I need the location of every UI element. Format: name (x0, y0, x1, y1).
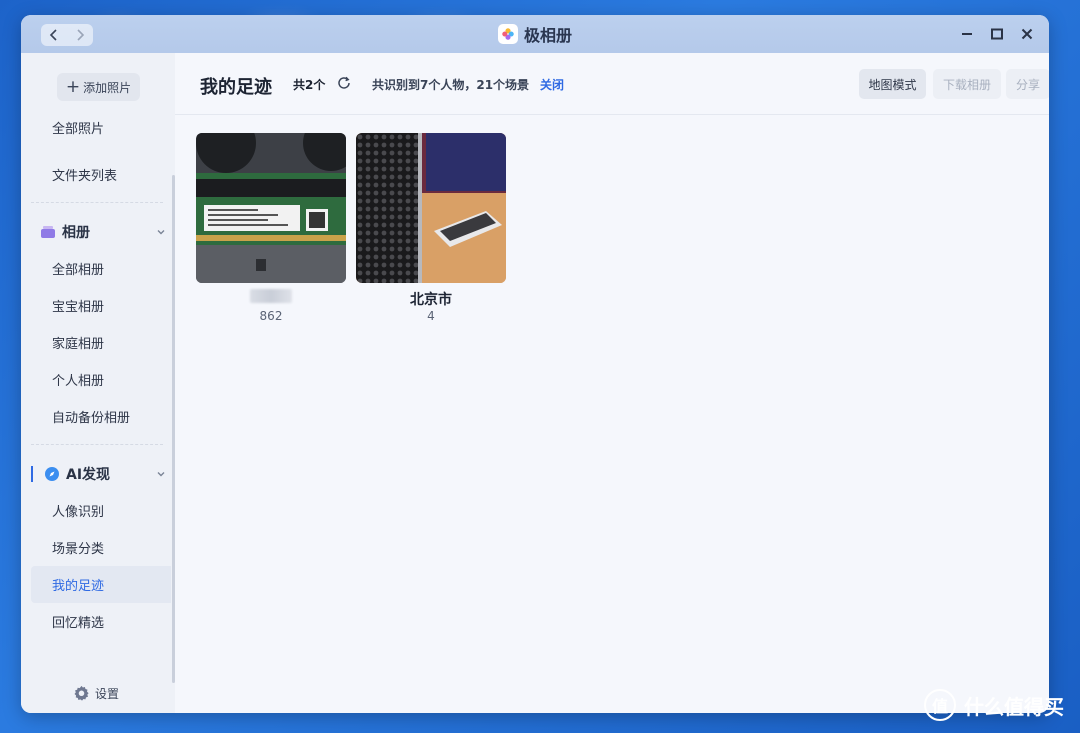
sidebar-item-scene-classification[interactable]: 场景分类 (31, 529, 171, 566)
sidebar-item-face-recognition[interactable]: 人像识别 (31, 492, 171, 529)
close-window-button[interactable] (1017, 24, 1037, 44)
sidebar-item-label: 自动备份相册 (52, 411, 131, 426)
sidebar-item-folder-list[interactable]: 文件夹列表 (31, 156, 171, 193)
minimize-icon (962, 33, 972, 35)
chevron-down-icon (157, 472, 165, 477)
title-wrap: 极相册 (21, 15, 1049, 53)
sidebar-item-label: 场景分类 (52, 542, 105, 557)
ram-module-photo[interactable] (196, 133, 346, 283)
settings-label: 设置 (95, 687, 120, 701)
sidebar-item-all-albums[interactable]: 全部相册 (31, 250, 171, 287)
sidebar: + 添加照片 全部照片 文件夹列表 相册 全部相册 宝宝相册 家庭相册 个人相册… (21, 53, 175, 713)
place-name (196, 289, 346, 307)
album-group-header[interactable]: 相册 (31, 217, 171, 247)
page-title: 我的足迹 (200, 77, 272, 98)
sidebar-item-label: 宝宝相册 (52, 300, 105, 315)
place-name: 北京市 (410, 292, 452, 308)
sidebar-divider (31, 202, 163, 203)
watermark-text: 什么值得买 (964, 694, 1064, 719)
place-card[interactable]: 862 (196, 133, 346, 323)
toolbar: 我的足迹 共2个 共识别到7个人物，21个场景 关闭 地图模式 下载相册 分享 (175, 53, 1049, 115)
map-mode-button[interactable]: 地图模式 (859, 69, 926, 99)
item-count: 共2个 (293, 78, 326, 92)
sidebar-item-label: 个人相册 (52, 374, 105, 389)
sidebar-item-auto-backup-album[interactable]: 自动备份相册 (31, 398, 171, 435)
app-title: 极相册 (523, 26, 572, 45)
sidebar-item-label: 文件夹列表 (52, 169, 118, 184)
refresh-icon[interactable] (336, 75, 352, 91)
active-group-bar (31, 466, 33, 482)
album-group-title: 相册 (62, 225, 90, 241)
ai-group-header[interactable]: AI发现 (31, 459, 171, 489)
minimize-button[interactable] (957, 24, 977, 44)
sidebar-divider (31, 444, 163, 445)
sidebar-item-label: 家庭相册 (52, 337, 105, 352)
close-icon (1021, 28, 1033, 40)
sidebar-item-baby-album[interactable]: 宝宝相册 (31, 287, 171, 324)
settings-button[interactable]: 设置 (73, 685, 119, 702)
add-photo-button[interactable]: + 添加照片 (57, 73, 140, 101)
add-photo-label: 添加照片 (83, 80, 132, 95)
maximize-icon (991, 28, 1003, 40)
photo-count: 862 (259, 309, 283, 323)
close-link[interactable]: 关闭 (540, 76, 564, 93)
blurred-place-name (250, 289, 292, 303)
watermark-logo-icon: 值 (924, 689, 956, 721)
app-logo-icon (497, 24, 518, 44)
sidebar-item-label: 回忆精选 (52, 616, 105, 631)
recognition-summary: 共识别到7个人物，21个场景 (372, 78, 530, 92)
sidebar-item-personal-album[interactable]: 个人相册 (31, 361, 171, 398)
mac-pro-photo[interactable] (356, 133, 506, 283)
sidebar-item-label: 全部照片 (52, 122, 105, 137)
compass-icon (45, 467, 59, 481)
window-controls (957, 24, 1037, 44)
sidebar-item-all-photos[interactable]: 全部照片 (31, 105, 171, 141)
download-album-button[interactable]: 下载相册 (933, 69, 1001, 99)
sidebar-item-label: 我的足迹 (52, 579, 105, 594)
ai-group-title: AI发现 (66, 467, 111, 483)
plus-icon: + (65, 77, 81, 97)
sidebar-item-my-footprints[interactable]: 我的足迹 (31, 566, 171, 603)
sidebar-item-label: 全部相册 (52, 263, 105, 278)
chevron-down-icon (157, 230, 165, 235)
gear-icon (74, 685, 89, 701)
photo-count: 4 (427, 309, 435, 323)
title-bar: 极相册 (21, 15, 1049, 53)
main-content: 我的足迹 共2个 共识别到7个人物，21个场景 关闭 地图模式 下载相册 分享 (175, 53, 1049, 713)
sidebar-item-label: 人像识别 (52, 505, 105, 520)
app-window: 极相册 + 添加照片 全部照片 文件夹列表 相册 全部相册 宝宝相册 家庭相册 … (21, 15, 1049, 713)
album-stack-icon (41, 226, 55, 238)
watermark: 值 什么值得买 (924, 689, 1064, 721)
sidebar-item-memories[interactable]: 回忆精选 (31, 603, 171, 640)
place-card[interactable]: 北京市 4 (356, 133, 506, 323)
share-button[interactable]: 分享 (1006, 69, 1049, 99)
sidebar-item-family-album[interactable]: 家庭相册 (31, 324, 171, 361)
maximize-button[interactable] (987, 24, 1007, 44)
